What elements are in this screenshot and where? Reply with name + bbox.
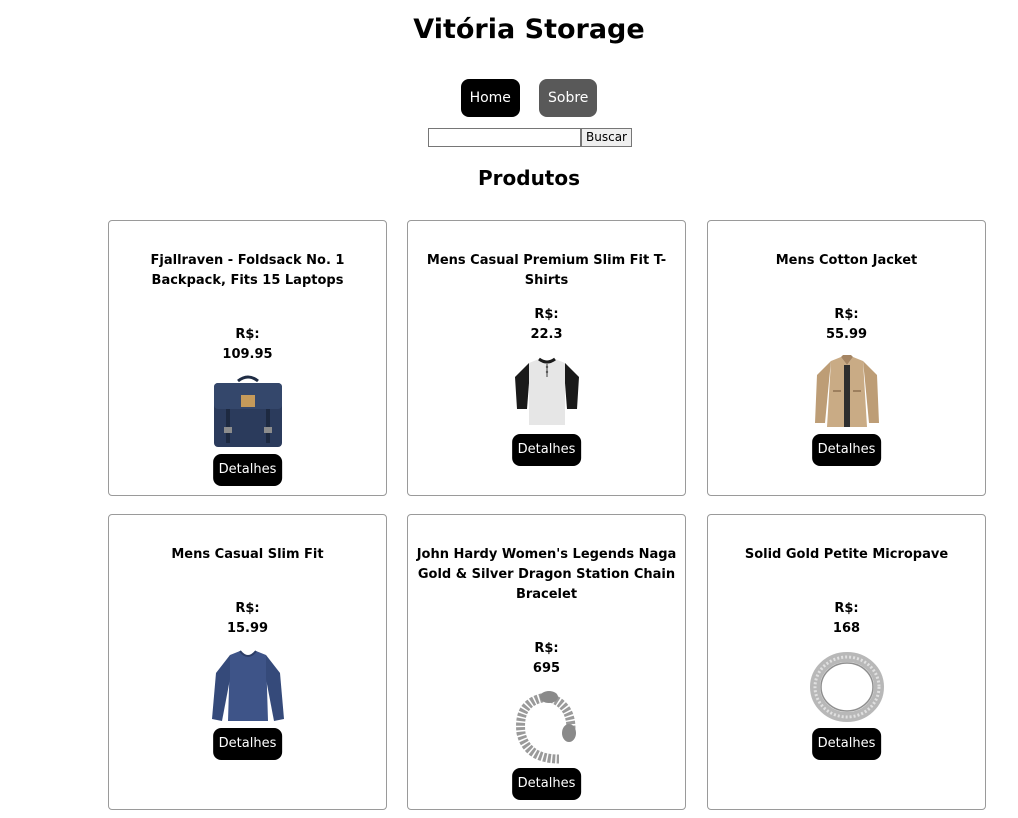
home-button[interactable]: Home: [460, 79, 520, 117]
product-name: John Hardy Women's Legends Naga Gold & S…: [416, 547, 677, 602]
product-card: John Hardy Women's Legends Naga Gold & S…: [407, 514, 686, 810]
product-price: 109.95: [222, 347, 273, 362]
product-price: 168: [832, 621, 861, 636]
sobre-button[interactable]: Sobre: [539, 79, 598, 117]
ring-image: [809, 652, 884, 722]
product-name: Solid Gold Petite Micropave: [744, 547, 949, 562]
product-card: Mens Cotton Jacket R$: 55.99 Detalhes: [707, 220, 986, 496]
price-label: R$:: [235, 601, 260, 616]
product-card: Mens Casual Slim Fit R$: 15.99 Detalhes: [108, 514, 387, 810]
product-price: 15.99: [226, 621, 269, 636]
price-label: R$:: [534, 641, 559, 656]
details-button[interactable]: Detalhes: [212, 728, 283, 760]
product-card: Mens Casual Premium Slim Fit T-Shirts R$…: [407, 220, 686, 496]
product-price: 695: [532, 661, 561, 676]
details-button[interactable]: Detalhes: [511, 768, 582, 800]
backpack-image: [213, 375, 282, 447]
product-name: Mens Casual Premium Slim Fit T-Shirts: [426, 253, 667, 288]
search-button[interactable]: Buscar: [581, 128, 632, 147]
section-title: Produtos: [477, 166, 581, 190]
long-sleeve-shirt-image: [211, 650, 284, 721]
product-name: Fjallraven - Foldsack No. 1 Backpack, Fi…: [150, 253, 345, 288]
search-input[interactable]: [428, 128, 581, 147]
jacket-image: [814, 355, 879, 427]
product-price: 55.99: [825, 327, 868, 342]
tshirt-image: [514, 357, 579, 425]
bracelet-image: [515, 691, 576, 764]
page-title: Vitória Storage: [413, 14, 645, 45]
details-button[interactable]: Detalhes: [811, 728, 882, 760]
details-button[interactable]: Detalhes: [511, 434, 582, 466]
product-price: 22.3: [530, 327, 563, 342]
price-label: R$:: [834, 307, 859, 322]
details-button[interactable]: Detalhes: [212, 454, 283, 486]
nav-bar: Home Sobre: [0, 79, 1018, 117]
product-card: Fjallraven - Foldsack No. 1 Backpack, Fi…: [108, 220, 387, 496]
product-name: Mens Cotton Jacket: [775, 253, 918, 268]
price-label: R$:: [235, 327, 260, 342]
price-label: R$:: [534, 307, 559, 322]
price-label: R$:: [834, 601, 859, 616]
product-name: Mens Casual Slim Fit: [171, 547, 324, 562]
details-button[interactable]: Detalhes: [811, 434, 882, 466]
product-card: Solid Gold Petite Micropave R$: 168 Deta…: [707, 514, 986, 810]
